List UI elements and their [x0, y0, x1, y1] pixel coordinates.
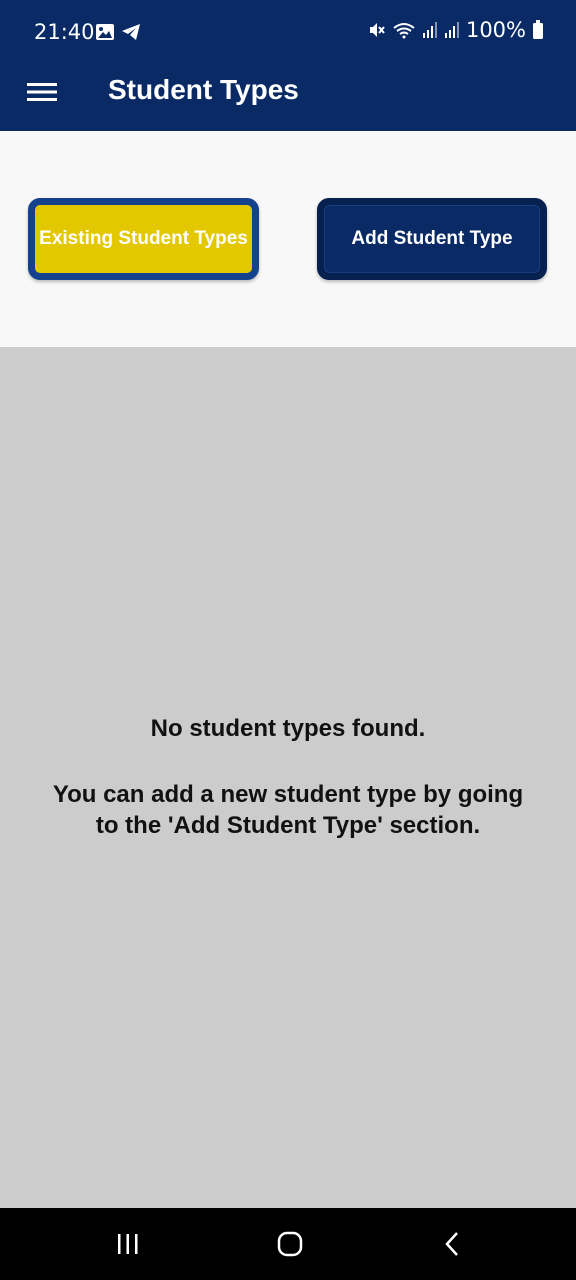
recents-icon	[118, 1234, 138, 1254]
status-time: 21:40	[34, 20, 95, 44]
status-bar: 21:40 100%	[0, 0, 576, 62]
hamburger-menu-icon	[27, 83, 57, 101]
image-icon	[96, 24, 114, 40]
tab-area: Existing Student Types Add Student Type	[0, 131, 576, 347]
recents-button[interactable]	[98, 1224, 158, 1264]
status-left-icons	[95, 23, 141, 41]
battery-icon	[533, 20, 543, 39]
back-button[interactable]	[422, 1224, 482, 1264]
empty-state-description: You can add a new student type by going …	[52, 781, 524, 839]
empty-state-title: No student types found.	[150, 715, 426, 742]
home-button[interactable]	[260, 1224, 320, 1264]
app-bar: Student Types	[0, 62, 576, 131]
status-right: 100%	[368, 18, 544, 42]
battery-percent: 100%	[465, 18, 526, 42]
signal-icon	[444, 22, 459, 38]
existing-student-types-button[interactable]: Existing Student Types	[28, 198, 259, 280]
existing-student-types-label: Existing Student Types	[39, 228, 248, 249]
add-student-type-button[interactable]: Add Student Type	[317, 198, 547, 280]
back-icon	[445, 1232, 458, 1256]
page-title: Student Types	[108, 74, 299, 105]
add-student-type-label: Add Student Type	[351, 228, 513, 249]
content-area: No student types found. You can add a ne…	[0, 347, 576, 1208]
menu-button[interactable]	[20, 72, 64, 112]
home-icon	[277, 1231, 303, 1257]
mute-icon	[369, 23, 385, 37]
wifi-icon	[393, 23, 415, 39]
navigation-bar	[0, 1208, 576, 1280]
telegram-icon	[122, 24, 140, 40]
signal-icon	[422, 22, 437, 38]
